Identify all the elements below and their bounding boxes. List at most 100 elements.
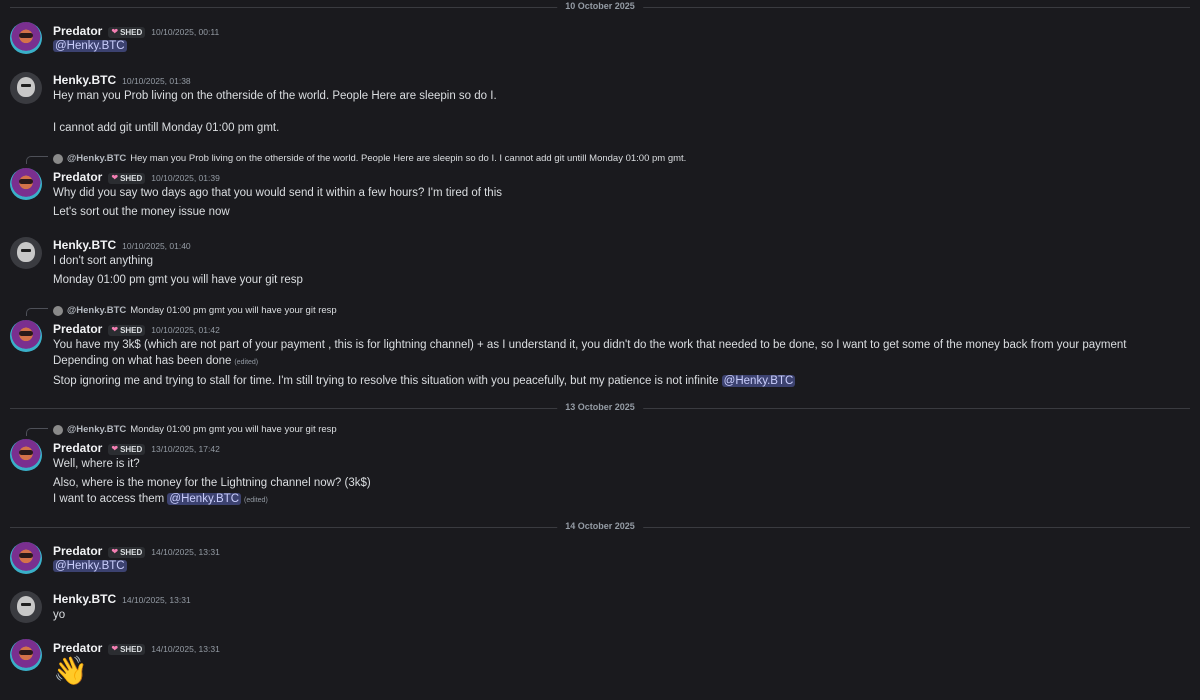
message-header: Predator ❤ SHED 13/10/2025, 17:42 [53, 441, 220, 456]
message-line: You have my 3k$ (which are not part of y… [53, 339, 1127, 351]
message-header: Predator ❤ SHED 14/10/2025, 13:31 [53, 544, 220, 559]
message-text: Stop ignoring me and trying to stall for… [53, 375, 719, 387]
date-divider-label: 10 October 2025 [557, 1, 643, 11]
username[interactable]: Predator [53, 24, 102, 38]
reply-avatar [53, 305, 63, 316]
user-mention[interactable]: @Henky.BTC [53, 40, 127, 52]
username[interactable]: Predator [53, 544, 102, 558]
reply-preview[interactable]: @Henky.BTC Monday 01:00 pm gmt you will … [53, 305, 337, 316]
server-tag[interactable]: ❤ SHED [108, 643, 146, 655]
timestamp: 14/10/2025, 13:31 [151, 547, 220, 557]
avatar[interactable] [10, 639, 42, 671]
timestamp: 10/10/2025, 01:38 [122, 76, 191, 86]
avatar[interactable] [10, 439, 42, 471]
heart-icon: ❤ [111, 644, 119, 653]
edited-marker: (edited) [244, 497, 268, 504]
reply-preview[interactable]: @Henky.BTC Monday 01:00 pm gmt you will … [53, 424, 337, 435]
message-line: yo [53, 609, 66, 621]
message-line: I want to access them @Henky.BTC (edited) [53, 491, 268, 509]
reply-text: Monday 01:00 pm gmt you will have your g… [130, 305, 337, 316]
date-divider: 13 October 2025 [10, 402, 1190, 412]
server-tag-label: SHED [120, 173, 143, 183]
server-tag-label: SHED [120, 547, 143, 557]
timestamp: 10/10/2025, 01:40 [122, 241, 191, 251]
server-tag[interactable]: ❤ SHED [108, 172, 146, 184]
reply-avatar [53, 153, 63, 164]
server-tag-label: SHED [120, 644, 143, 654]
waving-hand-emoji: 👋 [53, 655, 88, 686]
avatar[interactable] [10, 542, 42, 574]
timestamp: 10/10/2025, 01:42 [151, 325, 220, 335]
user-mention[interactable]: @Henky.BTC [721, 375, 796, 387]
reply-author: @Henky.BTC [67, 424, 127, 435]
server-tag[interactable]: ❤ SHED [108, 324, 146, 336]
message-header: Predator ❤ SHED 10/10/2025, 01:39 [53, 170, 220, 185]
reply-author: @Henky.BTC [67, 153, 127, 164]
username[interactable]: Henky.BTC [53, 238, 116, 252]
avatar[interactable] [10, 320, 42, 352]
reply-spine [26, 428, 48, 436]
username[interactable]: Henky.BTC [53, 73, 116, 87]
reply-text: Monday 01:00 pm gmt you will have your g… [130, 424, 337, 435]
avatar[interactable] [10, 237, 42, 269]
reply-preview[interactable]: @Henky.BTC Hey man you Prob living on th… [53, 153, 686, 164]
message-content: @Henky.BTC [53, 38, 127, 54]
server-tag[interactable]: ❤ SHED [108, 443, 146, 455]
message-line: Monday 01:00 pm gmt you will have your g… [53, 274, 303, 286]
server-tag-label: SHED [120, 27, 143, 37]
avatar[interactable] [10, 22, 42, 54]
heart-icon: ❤ [111, 173, 119, 182]
username[interactable]: Henky.BTC [53, 592, 116, 606]
message-line: Also, where is the money for the Lightni… [53, 477, 371, 489]
user-mention[interactable]: @Henky.BTC [53, 560, 127, 572]
timestamp: 14/10/2025, 13:31 [122, 595, 191, 605]
username[interactable]: Predator [53, 322, 102, 336]
heart-icon: ❤ [111, 325, 119, 334]
message-line: I cannot add git untill Monday 01:00 pm … [53, 122, 280, 134]
message-line: Let's sort out the money issue now [53, 206, 230, 218]
avatar[interactable] [10, 72, 42, 104]
message-line: Stop ignoring me and trying to stall for… [53, 373, 796, 389]
user-mention[interactable]: @Henky.BTC [167, 493, 242, 505]
avatar[interactable] [10, 168, 42, 200]
timestamp: 14/10/2025, 13:31 [151, 644, 220, 654]
message-content: @Henky.BTC [53, 558, 127, 574]
message-header: Predator ❤ SHED 14/10/2025, 13:31 [53, 641, 220, 656]
reply-text: Hey man you Prob living on the otherside… [130, 153, 687, 164]
message-header: Predator ❤ SHED 10/10/2025, 01:42 [53, 322, 220, 337]
heart-icon: ❤ [111, 547, 119, 556]
username[interactable]: Predator [53, 170, 102, 184]
message-text: I want to access them [53, 493, 165, 505]
edited-marker: (edited) [234, 359, 259, 366]
date-divider-label: 14 October 2025 [557, 521, 643, 531]
heart-icon: ❤ [111, 444, 119, 453]
timestamp: 10/10/2025, 00:11 [151, 27, 220, 37]
reply-spine [26, 308, 48, 316]
server-tag[interactable]: ❤ SHED [108, 546, 146, 558]
message-line: Depending on what has been done (edited) [53, 353, 258, 371]
message-line: Why did you say two days ago that you wo… [53, 187, 503, 199]
date-divider: 14 October 2025 [10, 521, 1190, 531]
username[interactable]: Predator [53, 441, 102, 455]
reply-author: @Henky.BTC [67, 305, 127, 316]
timestamp: 10/10/2025, 01:39 [151, 173, 220, 183]
server-tag[interactable]: ❤ SHED [108, 26, 146, 38]
server-tag-label: SHED [120, 325, 143, 335]
avatar[interactable] [10, 591, 42, 623]
date-divider: 10 October 2025 [10, 1, 1190, 11]
message-header: Henky.BTC 10/10/2025, 01:38 [53, 73, 191, 87]
reply-avatar [53, 424, 63, 435]
message-header: Henky.BTC 14/10/2025, 13:31 [53, 592, 191, 606]
reply-spine [26, 156, 48, 164]
date-divider-label: 13 October 2025 [557, 402, 643, 412]
message-header: Henky.BTC 10/10/2025, 01:40 [53, 238, 191, 252]
message-text: Depending on what has been done [53, 355, 232, 367]
message-line: Well, where is it? [53, 458, 140, 470]
server-tag-label: SHED [120, 444, 143, 454]
heart-icon: ❤ [111, 27, 119, 36]
message-line: I don't sort anything [53, 255, 154, 267]
message-header: Predator ❤ SHED 10/10/2025, 00:11 [53, 24, 219, 39]
timestamp: 13/10/2025, 17:42 [151, 444, 220, 454]
message-line: Hey man you Prob living on the otherside… [53, 90, 497, 102]
username[interactable]: Predator [53, 641, 102, 655]
